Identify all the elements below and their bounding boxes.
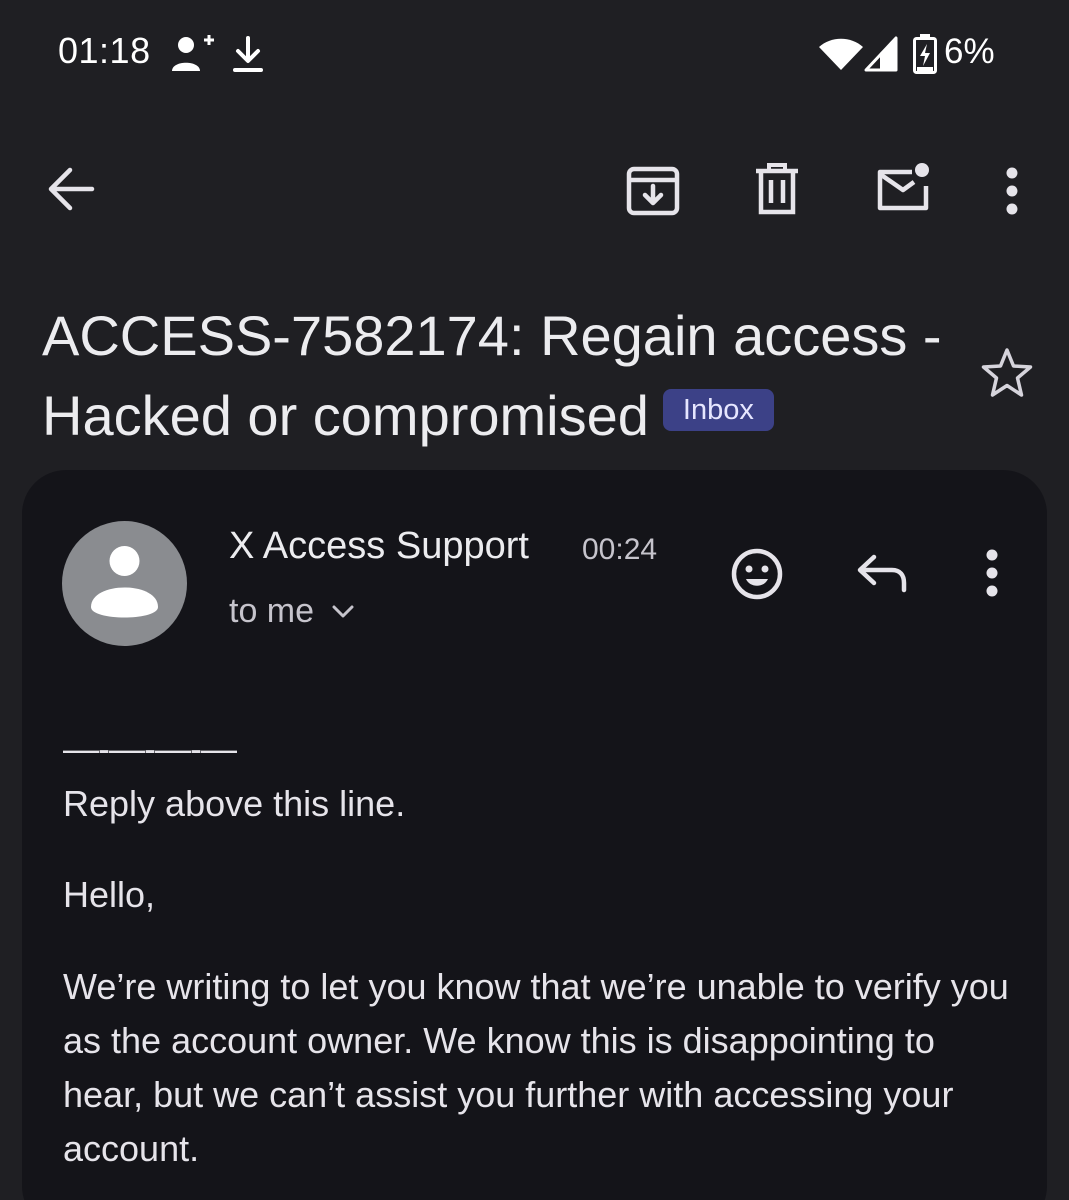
delete-icon[interactable] <box>754 162 800 216</box>
star-icon[interactable] <box>980 347 1034 399</box>
reply-separator: —-—-—-— <box>63 728 237 769</box>
person-icon <box>91 546 158 618</box>
message-more-vert-icon[interactable] <box>982 548 1002 598</box>
battery-percent: 6% <box>944 32 995 71</box>
greeting: Hello, <box>63 874 156 915</box>
sender-avatar[interactable] <box>62 521 187 646</box>
email-screen: 01:18 6% ACCESS-7582174: Regain access -… <box>0 0 1069 1200</box>
download-icon <box>233 36 263 72</box>
subject-text: ACCESS-7582174: Regain access - Hacked o… <box>42 304 942 447</box>
reply-icon[interactable] <box>856 553 908 593</box>
reply-instruction: Reply above this line. <box>63 783 406 824</box>
archive-icon[interactable] <box>626 164 680 216</box>
emoji-reaction-icon[interactable] <box>730 547 784 601</box>
more-vert-icon[interactable] <box>1002 166 1022 216</box>
sender-name[interactable]: X Access Support <box>229 525 529 568</box>
wifi-icon <box>819 38 863 70</box>
person-add-icon <box>172 35 214 71</box>
email-subject: ACCESS-7582174: Regain access - Hacked o… <box>42 296 942 456</box>
battery-charging-icon <box>913 34 937 74</box>
mark-unread-icon[interactable] <box>874 160 934 214</box>
chevron-down-icon <box>332 605 354 617</box>
recipient-details-toggle[interactable]: to me <box>229 592 354 631</box>
status-bar: 01:18 6% <box>0 0 1069 108</box>
status-time: 01:18 <box>58 30 151 71</box>
body-paragraph: We’re writing to let you know that we’re… <box>63 966 1009 1169</box>
recipient-text: to me <box>229 592 315 630</box>
cell-signal-icon <box>864 36 898 72</box>
inbox-label-badge[interactable]: Inbox <box>662 389 774 432</box>
back-arrow-icon[interactable] <box>46 166 96 212</box>
message-time: 00:24 <box>582 533 658 566</box>
